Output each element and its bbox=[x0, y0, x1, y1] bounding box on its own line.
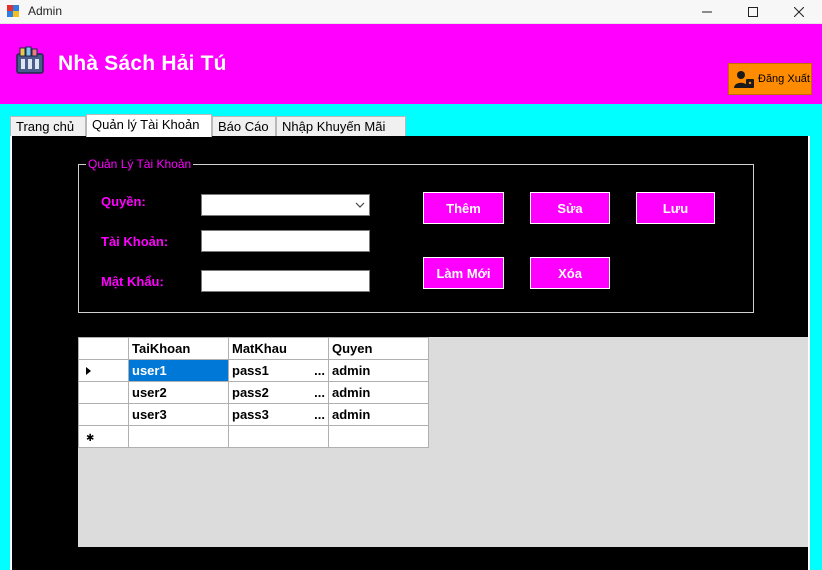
table-row[interactable]: user2 pass2... admin bbox=[78, 381, 429, 404]
window-title: Admin bbox=[28, 4, 63, 18]
row-header[interactable] bbox=[78, 381, 129, 404]
tab-report[interactable]: Báo Cáo bbox=[212, 116, 276, 136]
minimize-button[interactable] bbox=[684, 0, 730, 24]
bookstore-logo-icon bbox=[16, 46, 44, 74]
row-header-corner bbox=[78, 337, 129, 360]
minimize-icon bbox=[702, 11, 712, 13]
table-cell[interactable]: admin bbox=[328, 381, 429, 404]
account-datagrid[interactable]: TaiKhoan MatKhau Quyen user1 pass1... ad… bbox=[78, 337, 808, 547]
title-bar: Admin bbox=[0, 0, 822, 24]
maximize-icon bbox=[748, 7, 758, 17]
table-cell[interactable]: admin bbox=[328, 403, 429, 426]
app-title: Nhà Sách Hải Tú bbox=[58, 52, 227, 75]
tab-promotion[interactable]: Nhập Khuyến Mãi bbox=[276, 116, 406, 136]
username-input[interactable] bbox=[201, 230, 370, 252]
table-cell[interactable] bbox=[128, 425, 229, 448]
account-groupbox bbox=[78, 164, 754, 313]
groupbox-title: Quản Lý Tài Khoản bbox=[86, 157, 194, 171]
password-input[interactable] bbox=[201, 270, 370, 292]
logout-user-icon bbox=[734, 71, 754, 88]
cell-text: pass3 bbox=[232, 407, 269, 422]
role-label: Quyền: bbox=[101, 194, 146, 209]
delete-button[interactable]: Xóa bbox=[530, 257, 610, 289]
logout-button[interactable]: Đăng Xuất bbox=[728, 63, 812, 95]
table-row[interactable]: user1 pass1... admin bbox=[78, 359, 429, 382]
tab-account-management[interactable]: Quản lý Tài Khoản bbox=[86, 114, 212, 137]
new-row-asterisk-icon: ✱ bbox=[86, 433, 95, 444]
table-cell[interactable]: user3 bbox=[128, 403, 229, 426]
username-label: Tài Khoản: bbox=[101, 234, 169, 249]
tab-home[interactable]: Trang chủ bbox=[10, 116, 86, 136]
row-header[interactable]: ✱ bbox=[78, 425, 129, 448]
current-row-arrow-icon bbox=[86, 366, 91, 375]
column-header-quyen[interactable]: Quyen bbox=[328, 337, 429, 360]
logout-label: Đăng Xuất bbox=[758, 73, 810, 85]
app-icon bbox=[7, 5, 19, 17]
table-cell[interactable]: pass1... bbox=[228, 359, 329, 382]
table-cell[interactable]: pass3... bbox=[228, 403, 329, 426]
add-button[interactable]: Thêm bbox=[423, 192, 504, 224]
table-cell[interactable] bbox=[228, 425, 329, 448]
table-row[interactable]: user3 pass3... admin bbox=[78, 403, 429, 426]
table-cell[interactable]: user1 bbox=[128, 359, 229, 382]
password-label: Mật Khẩu: bbox=[101, 274, 164, 289]
cell-ellipsis: ... bbox=[314, 407, 325, 422]
cell-text: pass1 bbox=[232, 363, 269, 378]
cell-text: pass2 bbox=[232, 385, 269, 400]
save-button[interactable]: Lưu bbox=[636, 192, 715, 224]
row-header[interactable] bbox=[78, 403, 129, 426]
cell-ellipsis: ... bbox=[314, 385, 325, 400]
table-cell[interactable]: admin bbox=[328, 359, 429, 382]
edit-button[interactable]: Sửa bbox=[530, 192, 610, 224]
new-row[interactable]: ✱ bbox=[78, 425, 429, 448]
table-header-row: TaiKhoan MatKhau Quyen bbox=[78, 337, 429, 360]
close-button[interactable] bbox=[776, 0, 822, 24]
column-header-matkhau[interactable]: MatKhau bbox=[228, 337, 329, 360]
row-header[interactable] bbox=[78, 359, 129, 382]
close-icon bbox=[794, 7, 804, 17]
table-cell[interactable] bbox=[328, 425, 429, 448]
reset-button[interactable]: Làm Mới bbox=[423, 257, 504, 289]
cell-ellipsis: ... bbox=[314, 363, 325, 378]
account-table: TaiKhoan MatKhau Quyen user1 pass1... ad… bbox=[78, 337, 429, 448]
maximize-button[interactable] bbox=[730, 0, 776, 24]
table-cell[interactable]: user2 bbox=[128, 381, 229, 404]
app-header: Nhà Sách Hải Tú Đăng Xuất bbox=[0, 24, 822, 104]
table-cell[interactable]: pass2... bbox=[228, 381, 329, 404]
column-header-taikhoan[interactable]: TaiKhoan bbox=[128, 337, 229, 360]
role-combobox[interactable] bbox=[201, 194, 370, 216]
combobox-chevron-down-icon[interactable] bbox=[352, 197, 368, 213]
